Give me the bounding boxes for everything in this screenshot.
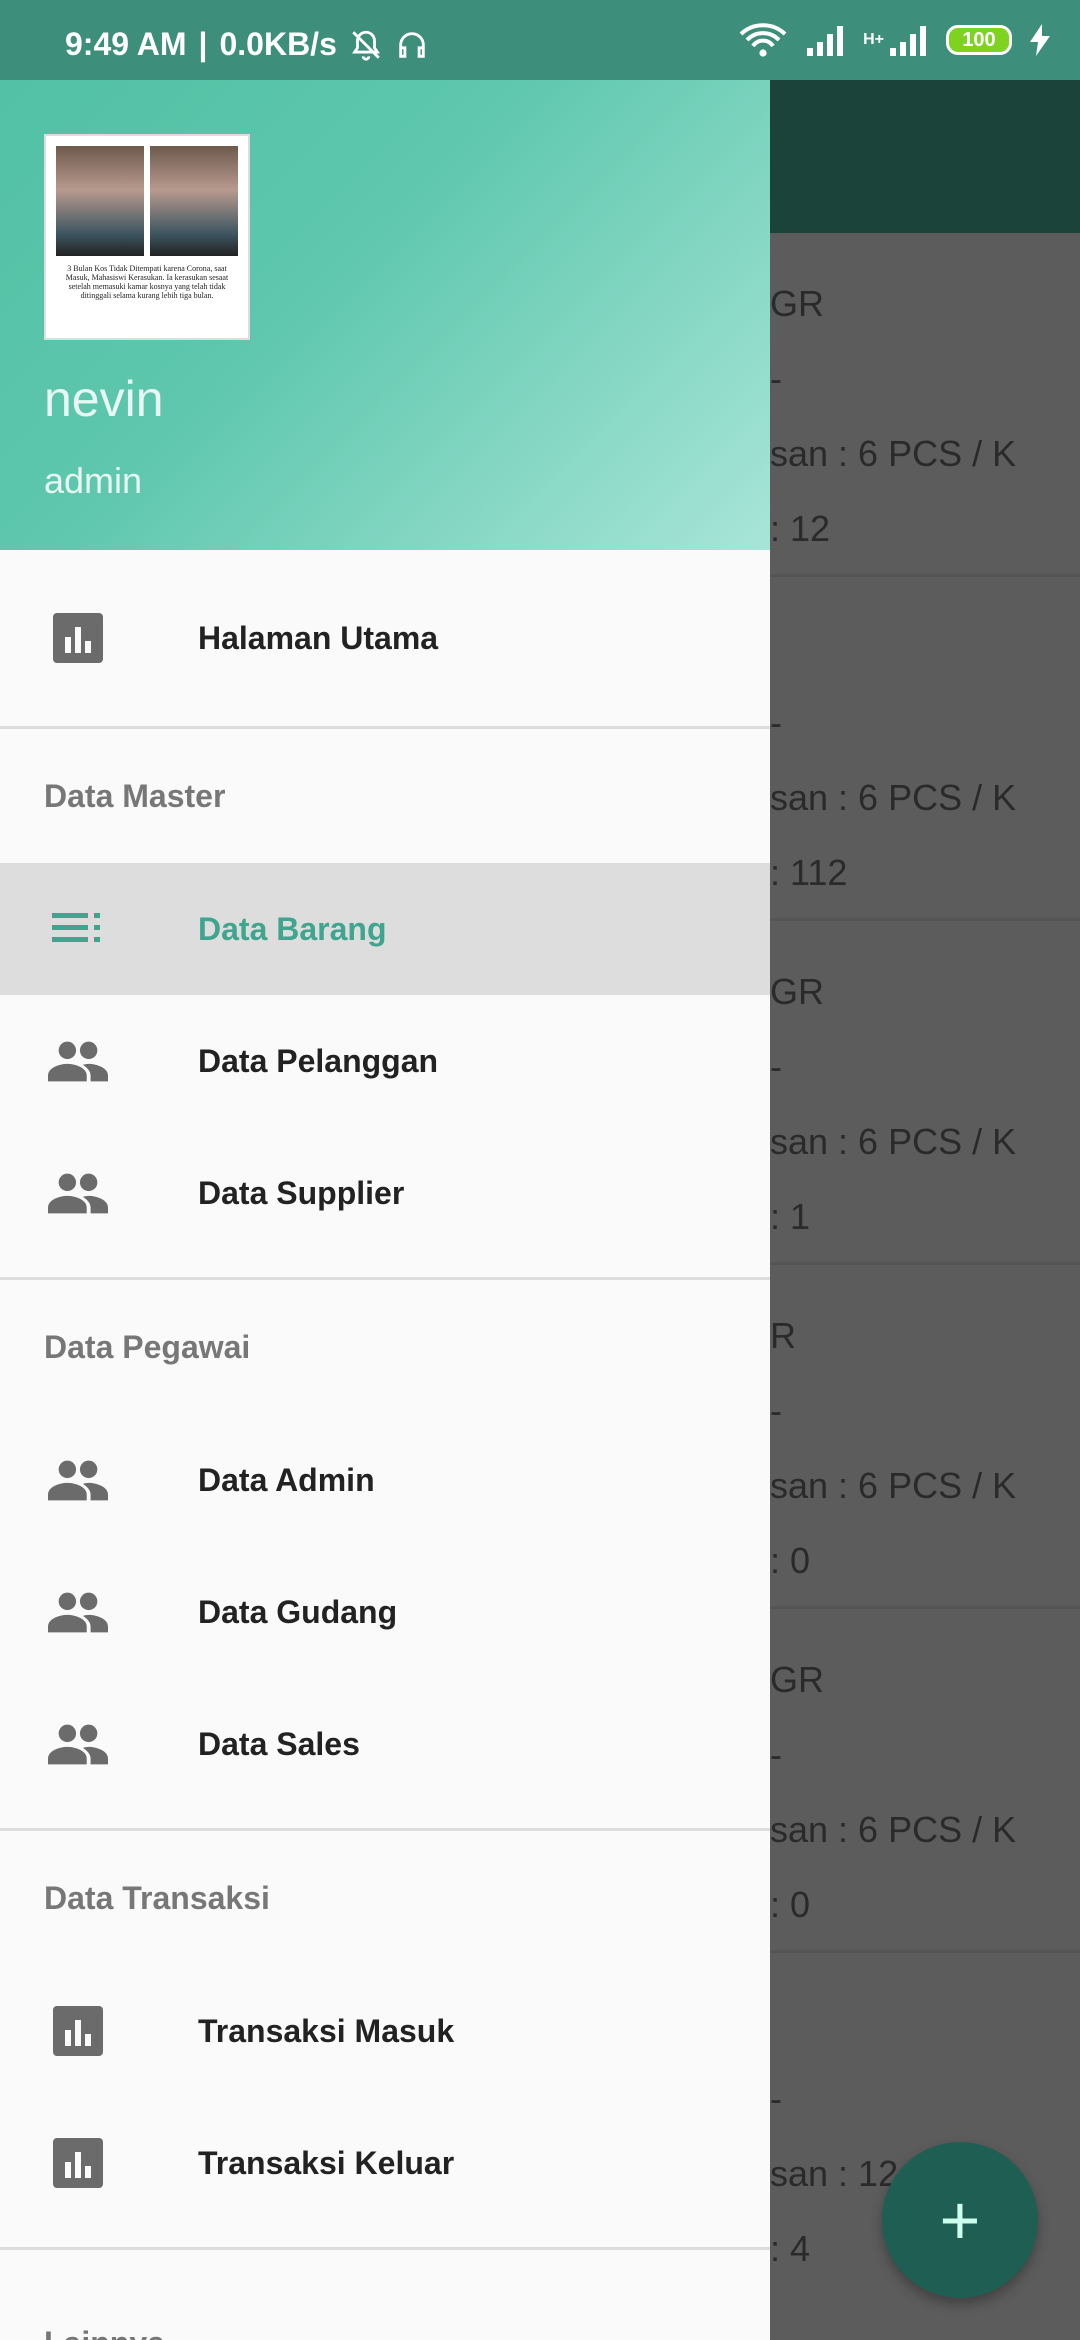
- status-bar: 9:49 AM | 0.0KB/s H+ 100: [0, 0, 1080, 80]
- menu-item-label: Data Gudang: [198, 1593, 398, 1630]
- people-icon: [48, 1714, 108, 1774]
- menu-item-label: Data Sales: [198, 1725, 360, 1762]
- menu-item-transaksi-masuk[interactable]: Transaksi Masuk: [0, 1965, 770, 2097]
- plus-icon: +: [939, 2181, 981, 2259]
- section-title-lainnya: Lainnya: [0, 2250, 770, 2340]
- status-speed: 0.0KB/s: [219, 26, 337, 62]
- wifi-icon: [739, 23, 787, 57]
- user-role: admin: [44, 460, 143, 501]
- battery-icon: 100: [946, 25, 1012, 55]
- signal-icon-2: [890, 26, 926, 56]
- headset-icon: [399, 31, 425, 58]
- charging-icon: [1030, 24, 1050, 56]
- menu-item-label: Data Admin: [198, 1461, 375, 1498]
- menu-item-data-admin[interactable]: Data Admin: [0, 1414, 770, 1546]
- chart-icon: [48, 2133, 108, 2193]
- people-icon: [48, 1163, 108, 1223]
- navigation-drawer: 3 Bulan Kos Tidak Ditempati karena Coron…: [0, 0, 770, 2340]
- menu-item-label: Halaman Utama: [198, 619, 439, 656]
- list-icon: [48, 899, 108, 959]
- section-title-data-master: Data Master: [44, 777, 226, 814]
- avatar-caption: 3 Bulan Kos Tidak Ditempati karena Coron…: [65, 264, 229, 300]
- bell-off-icon: [351, 30, 380, 61]
- menu-item-data-barang[interactable]: Data Barang: [0, 863, 770, 995]
- section-title-data-pegawai: Data Pegawai: [44, 1328, 251, 1365]
- menu-item-data-sales[interactable]: Data Sales: [0, 1678, 770, 1810]
- menu-item-label: Transaksi Keluar: [198, 2144, 455, 2181]
- people-icon: [48, 1031, 108, 1091]
- menu-item-label: Data Pelanggan: [198, 1042, 439, 1079]
- signal-icon: [807, 26, 844, 56]
- avatar-photo-left: [56, 146, 144, 256]
- add-button[interactable]: +: [882, 2142, 1038, 2298]
- people-icon: [48, 1582, 108, 1642]
- section-title-data-transaksi: Data Transaksi: [44, 1879, 270, 1916]
- menu-item-data-gudang[interactable]: Data Gudang: [0, 1546, 770, 1678]
- chart-icon: [48, 2001, 108, 2061]
- network-type-label: H+: [863, 31, 884, 48]
- menu-item-label: Data Supplier: [198, 1174, 405, 1211]
- menu-item-data-supplier[interactable]: Data Supplier: [0, 1127, 770, 1259]
- user-name: nevin: [44, 371, 164, 427]
- avatar-photo-right: [150, 146, 238, 256]
- people-icon: [48, 1450, 108, 1510]
- avatar[interactable]: 3 Bulan Kos Tidak Ditempati karena Coron…: [44, 134, 250, 340]
- menu-item-data-pelanggan[interactable]: Data Pelanggan: [0, 995, 770, 1127]
- chart-icon: [48, 608, 108, 668]
- status-time: 9:49 AM: [65, 26, 187, 62]
- menu-item-label: Transaksi Masuk: [198, 2012, 455, 2049]
- menu-item-label: Data Barang: [198, 910, 387, 947]
- menu-item-halaman-utama[interactable]: Halaman Utama: [0, 550, 770, 726]
- drawer-header: 3 Bulan Kos Tidak Ditempati karena Coron…: [0, 0, 770, 550]
- menu-item-transaksi-keluar[interactable]: Transaksi Keluar: [0, 2097, 770, 2229]
